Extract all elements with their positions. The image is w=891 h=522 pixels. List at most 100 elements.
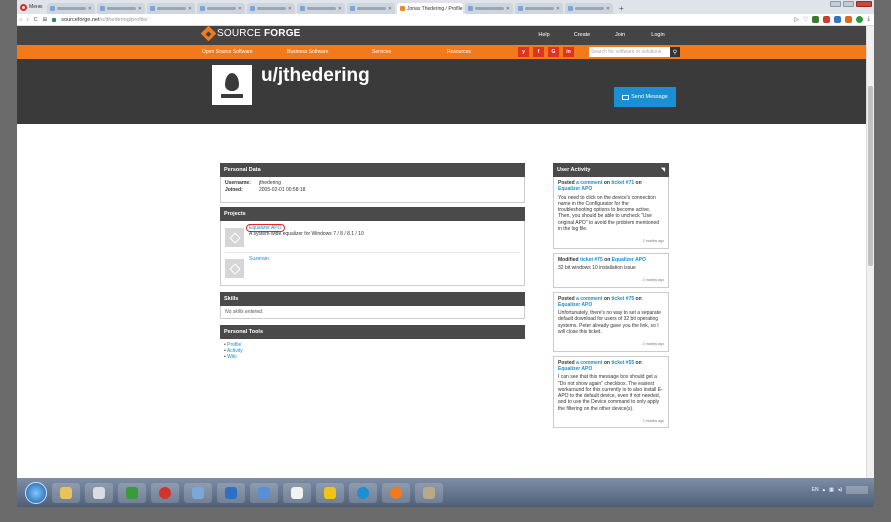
tab-title-blurred — [475, 7, 504, 10]
search-icon[interactable]: ⚲ — [670, 47, 680, 57]
browser-tab[interactable]: ✕ — [197, 3, 245, 14]
nav-business-software[interactable]: Business Software — [287, 49, 372, 55]
close-tab-icon[interactable]: ✕ — [388, 6, 392, 12]
taskbar-app[interactable] — [382, 482, 410, 503]
taskbar-app[interactable] — [250, 482, 278, 503]
close-tab-icon[interactable]: ✕ — [138, 6, 142, 12]
nav-resources[interactable]: Resources — [447, 49, 507, 55]
extension-icon[interactable] — [834, 16, 842, 23]
project-link[interactable]: Suzerain — [249, 256, 269, 262]
project-link[interactable]: Equalizer APO — [612, 257, 646, 263]
lock-icon — [52, 17, 57, 22]
taskbar-app[interactable] — [283, 482, 311, 503]
taskbar-app[interactable] — [52, 482, 80, 503]
close-tab-icon[interactable]: ✕ — [88, 6, 92, 12]
new-tab-button[interactable]: + — [615, 4, 628, 14]
tray-language[interactable]: EN — [812, 487, 819, 493]
page-scrollbar[interactable] — [866, 26, 874, 507]
taskbar-app[interactable] — [316, 482, 344, 503]
sourceforge-logo[interactable]: SOURCE FORGE — [200, 25, 301, 42]
list-item[interactable]: Suzerain — [225, 253, 520, 284]
extension-icon[interactable] — [823, 16, 831, 23]
facebook-icon[interactable]: f — [533, 47, 544, 57]
nav-open-source-software[interactable]: Open Source Software — [202, 49, 287, 55]
twitter-icon[interactable]: y — [518, 47, 529, 57]
activity-time: 2 months ago — [642, 278, 664, 283]
browser-tab[interactable]: ✕ — [147, 3, 195, 14]
heart-icon[interactable]: ♡ — [803, 16, 808, 23]
close-tab-icon[interactable]: ✕ — [288, 6, 292, 12]
projects-header: Projects — [220, 207, 525, 221]
nav-services[interactable]: Services — [372, 49, 447, 55]
nav-help[interactable]: Help — [525, 32, 563, 38]
maximize-button[interactable] — [843, 1, 854, 7]
ticket-link[interactable]: ticket #71 — [611, 180, 634, 186]
browser-tab[interactable]: ✕ — [297, 3, 345, 14]
network-icon[interactable]: ▦ — [829, 487, 834, 493]
forward-icon[interactable]: › — [27, 17, 29, 23]
taskbar-app[interactable] — [217, 482, 245, 503]
ticket-link[interactable]: ticket #55 — [611, 360, 634, 366]
clock[interactable] — [846, 486, 868, 494]
url-field[interactable]: sourceforge.net/u/jthedering/profile/ — [61, 17, 148, 23]
linkedin-icon[interactable]: in — [563, 47, 574, 57]
opera-menu-button[interactable]: Меню — [17, 0, 47, 14]
close-tab-icon[interactable]: ✕ — [238, 6, 242, 12]
vpn-icon[interactable]: ▷ — [794, 16, 799, 23]
search-input[interactable]: Search for software or solutions — [589, 47, 670, 57]
list-item[interactable]: Equalizer APO A system-wide equalizer fo… — [225, 222, 520, 253]
comment-link[interactable]: a comment — [576, 180, 602, 186]
volume-icon[interactable]: ◂) — [838, 487, 842, 493]
project-link[interactable]: Equalizer APO — [558, 302, 592, 308]
close-tab-icon[interactable]: ✕ — [506, 6, 510, 12]
send-message-button[interactable]: Send Message — [614, 87, 676, 107]
close-tab-icon[interactable]: ✕ — [556, 6, 560, 12]
app-icon — [192, 486, 204, 499]
google-icon[interactable]: G — [548, 47, 559, 57]
tool-wiki-link[interactable]: Wiki — [224, 354, 521, 360]
taskbar-app[interactable] — [415, 482, 443, 503]
back-icon[interactable]: ‹ — [20, 17, 22, 23]
rss-icon[interactable]: ◥ — [661, 167, 665, 173]
minimize-button[interactable] — [830, 1, 841, 7]
social-links: y f G in — [518, 47, 574, 57]
ticket-link[interactable]: ticket #75 — [611, 296, 634, 302]
reload-icon[interactable]: C — [34, 17, 38, 23]
close-tab-icon[interactable]: ✕ — [338, 6, 342, 12]
download-icon[interactable]: ⤓ — [867, 16, 870, 23]
nav-login[interactable]: Login — [639, 32, 677, 38]
browser-tab[interactable]: ✕ — [47, 3, 95, 14]
ticket-link[interactable]: ticket #75 — [580, 257, 603, 263]
favicon-icon — [200, 6, 205, 11]
start-button[interactable] — [25, 481, 47, 504]
browser-tab-active[interactable]: Jonas Thedering / Profile✕ — [397, 3, 463, 14]
opera-icon — [159, 486, 171, 499]
browser-tab[interactable]: ✕ — [465, 3, 513, 14]
browser-tab[interactable]: ✕ — [565, 3, 613, 14]
close-window-button[interactable] — [856, 1, 872, 7]
close-tab-icon[interactable]: ✕ — [606, 6, 610, 12]
extension-icon[interactable] — [812, 16, 820, 23]
scrollbar-thumb[interactable] — [868, 86, 873, 266]
close-tab-icon[interactable]: ✕ — [188, 6, 192, 12]
comment-link[interactable]: a comment — [576, 296, 602, 302]
tray-arrow-icon[interactable]: ▴ — [823, 487, 826, 493]
project-description: A system-wide equalizer for Windows 7 / … — [249, 231, 364, 237]
browser-tab[interactable]: ✕ — [347, 3, 395, 14]
taskbar-app[interactable] — [349, 482, 377, 503]
taskbar-app[interactable] — [184, 482, 212, 503]
nav-create[interactable]: Create — [563, 32, 601, 38]
browser-tab[interactable]: ✕ — [97, 3, 145, 14]
extension-icon[interactable] — [845, 16, 853, 23]
browser-tab[interactable]: ✕ — [247, 3, 295, 14]
project-link[interactable]: Equalizer APO — [558, 366, 592, 372]
taskbar-app[interactable] — [118, 482, 146, 503]
taskbar-app[interactable] — [151, 482, 179, 503]
extension-icon[interactable] — [856, 16, 864, 23]
taskbar-app[interactable] — [85, 482, 113, 503]
grid-icon[interactable]: ⊞ — [43, 17, 48, 23]
comment-link[interactable]: a comment — [576, 360, 602, 366]
project-link[interactable]: Equalizer APO — [558, 186, 592, 192]
browser-tab[interactable]: ✕ — [515, 3, 563, 14]
nav-join[interactable]: Join — [601, 32, 639, 38]
